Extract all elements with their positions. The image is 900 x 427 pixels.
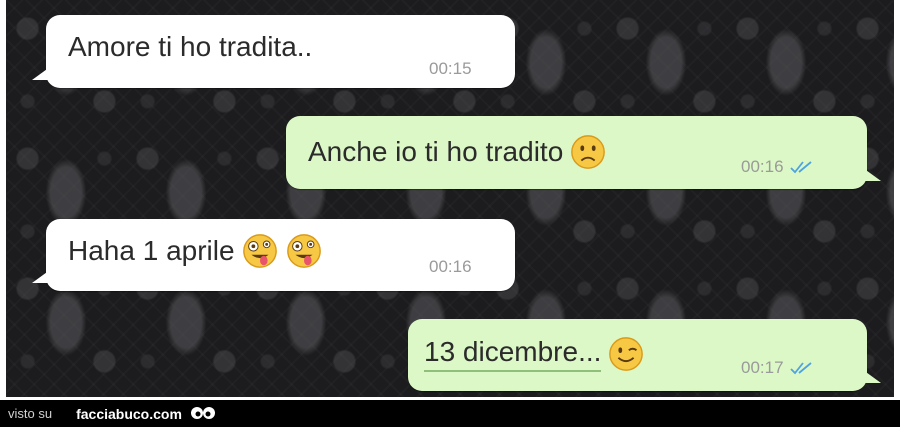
message-bubble-outgoing[interactable]: 13 dicembre... 00:17 — [408, 319, 881, 391]
message-bubble-incoming[interactable]: Amore ti ho tradita.. 00:15 — [32, 15, 515, 88]
message-timestamp-row: 00:15 — [429, 59, 472, 79]
message-text-row: Haha 1 aprile — [68, 232, 323, 270]
message-timestamp-row: 00:16 — [429, 257, 472, 277]
message-time: 00:16 — [429, 257, 472, 276]
message-timestamp-row: 00:16 — [741, 157, 814, 177]
watermark-footer: visto su facciabuco.com — [0, 400, 900, 427]
zany-face-emoji-icon — [286, 234, 321, 268]
message-bubble-outgoing[interactable]: Anche io ti ho tradito 00:16 — [286, 116, 881, 189]
message-text-row: 13 dicembre... — [424, 335, 645, 373]
message-time: 00:15 — [429, 59, 472, 78]
facciabuco-eyes-logo-icon — [190, 406, 215, 419]
message-bubble-incoming[interactable]: Haha 1 aprile 00:16 — [32, 219, 515, 291]
double-check-icon — [789, 161, 812, 174]
zany-face-emoji-icon — [242, 234, 277, 268]
message-timestamp-row: 00:17 — [741, 358, 814, 378]
message-text-row: Amore ti ho tradita.. — [68, 31, 312, 63]
chat-area: Amore ti ho tradita.. 00:15 Anche io ti … — [6, 0, 894, 397]
double-check-icon — [789, 362, 812, 375]
winking-face-emoji-icon — [609, 337, 644, 371]
site-name[interactable]: facciabuco.com — [76, 406, 182, 422]
message-text: Anche io ti ho tradito — [308, 136, 564, 167]
message-time: 00:16 — [741, 157, 784, 176]
message-text: 13 dicembre... — [424, 336, 602, 372]
message-text-row: Anche io ti ho tradito — [308, 133, 607, 171]
sad-face-emoji-icon — [571, 135, 606, 169]
message-time: 00:17 — [741, 358, 784, 377]
message-text: Amore ti ho tradita.. — [68, 31, 313, 62]
visto-su-label: visto su — [8, 406, 53, 421]
message-text: Haha 1 aprile — [68, 235, 235, 266]
